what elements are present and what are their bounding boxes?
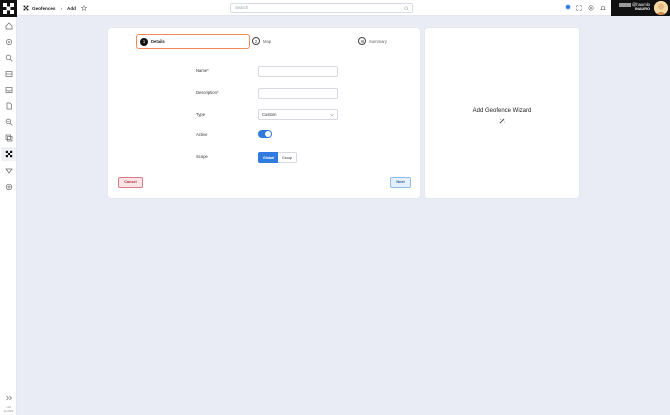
sidebar: v.24 01.2024 <box>0 0 17 415</box>
scope-label: Scope <box>196 154 208 159</box>
search-icon[interactable] <box>3 52 14 63</box>
settings-cog-icon[interactable] <box>3 181 14 192</box>
gear-icon[interactable] <box>3 36 14 47</box>
home-icon[interactable] <box>3 20 14 31</box>
step-details[interactable]: 1 Details <box>136 34 250 49</box>
step-number: 2 <box>252 37 260 45</box>
magic-wand-icon <box>499 118 505 124</box>
app-logo[interactable] <box>0 0 17 17</box>
name-field[interactable] <box>258 66 338 77</box>
breadcrumb-geofences[interactable]: Geofences <box>32 6 56 11</box>
step-map[interactable]: 2 Map <box>252 37 271 45</box>
scope-group-button[interactable]: Group <box>278 152 297 163</box>
name-label: Name* <box>196 68 209 73</box>
step-number: 1 <box>140 37 148 46</box>
step-label: Summary <box>369 38 387 44</box>
scope-selector: Global Group <box>258 152 297 163</box>
active-label: Active <box>196 132 208 137</box>
top-bar: Geofences › Add Search @haumlo INAURO <box>17 0 670 16</box>
type-label: Type <box>196 112 206 117</box>
build-date: 01.2024 <box>3 409 14 413</box>
description-label: Description* <box>196 90 219 95</box>
routes-icon[interactable] <box>3 165 14 176</box>
breadcrumb-separator: › <box>60 5 63 11</box>
status-dot-icon[interactable] <box>565 4 571 10</box>
bell-icon[interactable] <box>600 5 606 11</box>
type-select[interactable]: Custom <box>258 109 338 120</box>
redacted-username <box>619 2 631 7</box>
chevron-down-icon <box>330 114 334 117</box>
search-placeholder: Search <box>235 5 249 10</box>
app-version: v.24 01.2024 <box>1 406 16 413</box>
scope-global-button[interactable]: Global <box>258 152 278 163</box>
active-toggle[interactable] <box>258 130 272 138</box>
document-icon[interactable] <box>3 100 14 111</box>
type-selected-value: Custom <box>262 112 277 117</box>
inbox-icon[interactable] <box>3 84 14 95</box>
breadcrumb: Geofences › Add <box>23 3 87 13</box>
user-menu[interactable]: @haumlo INAURO <box>611 0 670 16</box>
description-field[interactable] <box>258 88 338 99</box>
avatar[interactable] <box>654 1 668 15</box>
search-input[interactable]: Search <box>230 3 413 13</box>
wizard-title: Add Geofence Wizard <box>472 108 532 114</box>
logo-icon <box>3 3 14 14</box>
breadcrumb-add: Add <box>67 5 76 11</box>
search-field-icon <box>404 6 409 11</box>
layers-icon[interactable] <box>3 132 14 143</box>
star-icon[interactable] <box>80 5 87 11</box>
wizard-card: 1 Details 2 Map Summary Name* Descriptio… <box>108 28 420 198</box>
grid-icon[interactable] <box>3 68 14 79</box>
zoom-icon[interactable] <box>3 116 14 127</box>
geofences-crumb-icon <box>23 5 29 11</box>
help-icon[interactable] <box>588 5 594 11</box>
user-org: INAURO <box>635 7 650 11</box>
step-summary[interactable]: Summary <box>358 37 387 45</box>
double-chevron-right-icon[interactable] <box>3 392 14 403</box>
toggle-knob <box>265 131 271 137</box>
step-label: Map <box>263 38 272 44</box>
summary-list-icon <box>358 37 366 45</box>
avatar-image <box>654 1 668 15</box>
next-button[interactable]: Next <box>390 177 411 188</box>
fullscreen-icon[interactable] <box>576 5 582 11</box>
wizard-info-panel: Add Geofence Wizard <box>425 28 579 198</box>
geofences-icon[interactable] <box>1 147 16 161</box>
step-label: Details <box>151 39 165 44</box>
cancel-button[interactable]: Cancel <box>118 177 143 188</box>
